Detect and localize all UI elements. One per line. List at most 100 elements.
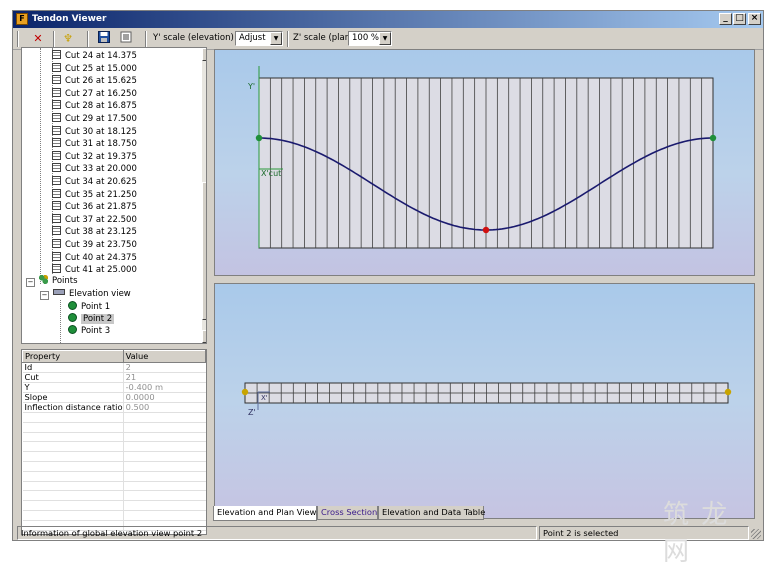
tree-node-cut[interactable]: Cut 26 at 15.625: [44, 75, 137, 87]
tree-node-cut[interactable]: Cut 25 at 15.000: [44, 62, 137, 75]
tree-node-cut[interactable]: Cut 34 at 20.625: [44, 176, 137, 188]
tree-label-cut: Cut 28 at 16.875: [65, 101, 137, 112]
close-button[interactable]: ×: [748, 13, 761, 25]
tree-node-points[interactable]: − Points: [26, 275, 78, 287]
property-value[interactable]: 2: [122, 362, 206, 373]
tree-node-cut[interactable]: Cut 40 at 24.375: [44, 251, 137, 264]
tree-node-point-3[interactable]: Point 3: [68, 325, 110, 337]
chevron-down-icon[interactable]: ▼: [379, 32, 391, 45]
cut-section-icon: [52, 213, 61, 223]
tree-node-cut[interactable]: Cut 38 at 23.125: [44, 226, 137, 238]
scroll-thumb[interactable]: [202, 182, 206, 320]
empty-cell[interactable]: [122, 412, 206, 423]
tree-vertical-scrollbar[interactable]: ▲ ▼: [202, 48, 206, 343]
elevation-view-canvas[interactable]: Y' X'cut: [215, 50, 754, 275]
title-bar[interactable]: F Tendon Viewer _ □ ×: [13, 11, 763, 28]
empty-cell[interactable]: [122, 441, 206, 453]
tree-label-cut: Cut 31 at 18.750: [65, 139, 137, 150]
empty-cell: [22, 471, 124, 482]
property-row[interactable]: [22, 441, 206, 453]
property-row[interactable]: [22, 451, 206, 462]
minimize-button[interactable]: _: [719, 13, 732, 25]
property-column-header[interactable]: Property: [22, 350, 124, 363]
elevation-view-pane[interactable]: Y' X'cut: [214, 49, 755, 276]
tree-node-cut[interactable]: Cut 36 at 21.875: [44, 201, 137, 213]
pin-icon[interactable]: ♆: [59, 31, 77, 47]
list-icon[interactable]: [117, 31, 135, 47]
tree-label-cut: Cut 39 at 23.750: [65, 240, 137, 250]
empty-cell[interactable]: [122, 510, 206, 521]
property-row[interactable]: [22, 471, 206, 482]
pane-splitter[interactable]: [214, 276, 755, 283]
tree-node-cut[interactable]: Cut 27 at 16.250: [44, 87, 137, 100]
tree-node-cut[interactable]: Cut 30 at 18.125: [44, 125, 137, 138]
delete-x-icon[interactable]: ✕: [29, 31, 47, 47]
collapse-minus-icon[interactable]: −: [40, 291, 49, 300]
tree-label-cut: Cut 33 at 20.000: [65, 164, 137, 175]
empty-cell[interactable]: [122, 500, 206, 511]
property-row[interactable]: Inflection distance ratio 0.500: [22, 402, 206, 413]
empty-cell[interactable]: [122, 451, 206, 462]
tree-label-cut: Cut 40 at 24.375: [65, 252, 137, 263]
property-value[interactable]: 21: [122, 372, 206, 383]
tree-node-point-1[interactable]: Point 1: [68, 301, 110, 313]
property-row[interactable]: [22, 510, 206, 521]
tab-elevation-and-data-table[interactable]: Elevation and Data Table: [378, 506, 485, 520]
property-row[interactable]: [22, 432, 206, 443]
tree-node-elevation-view[interactable]: − Elevation view: [40, 288, 131, 300]
tree-node-cut[interactable]: Cut 33 at 20.000: [44, 163, 137, 175]
chevron-down-icon[interactable]: ▼: [270, 32, 282, 45]
property-row[interactable]: Y -0.400 m: [22, 382, 206, 393]
property-row[interactable]: [22, 481, 206, 492]
empty-cell[interactable]: [122, 422, 206, 433]
tree-node-cut[interactable]: Cut 35 at 21.250: [44, 188, 137, 201]
empty-cell[interactable]: [122, 481, 206, 492]
tree-node-cut[interactable]: Cut 29 at 17.500: [44, 113, 137, 125]
empty-cell[interactable]: [122, 432, 206, 443]
properties-table: Property Value Id 2 Cut 21 Y -0.400 m Slope 0.0…: [22, 350, 207, 531]
property-value[interactable]: -0.400 m: [122, 382, 206, 393]
plan-end-point-left: [241, 388, 249, 396]
property-name: Inflection distance ratio: [22, 402, 124, 413]
tree-node-cut[interactable]: Cut 32 at 19.375: [44, 150, 137, 163]
scroll-down-arrow-icon[interactable]: ▼: [202, 330, 206, 343]
tree-node-cut[interactable]: Cut 39 at 23.750: [44, 239, 137, 251]
property-row[interactable]: Cut 21: [22, 372, 206, 383]
empty-cell: [22, 481, 124, 492]
plan-view-canvas[interactable]: Z' X': [215, 284, 754, 518]
property-row[interactable]: [22, 500, 206, 511]
property-row[interactable]: Slope 0.0000: [22, 392, 206, 403]
tree-view[interactable]: Cut 24 at 14.375 Cut 25 at 15.000 Cut 26 a…: [21, 47, 207, 344]
scroll-up-arrow-icon[interactable]: ▲: [202, 48, 206, 61]
property-row[interactable]: [22, 422, 206, 433]
property-row[interactable]: [22, 461, 206, 472]
tendon-viewer-window: F Tendon Viewer _ □ × ✕ ♆ Y' scale (elev…: [12, 10, 764, 567]
property-value[interactable]: 0.0000: [122, 392, 206, 403]
tree-node-point-2[interactable]: Point 2: [68, 313, 115, 325]
status-info: Information of global elevation view poi…: [17, 526, 537, 540]
empty-cell[interactable]: [122, 490, 206, 502]
tree-label-cut: Cut 30 at 18.125: [65, 126, 137, 137]
save-disk-icon[interactable]: [95, 31, 113, 47]
cut-section-icon: [52, 188, 61, 198]
tree-label-cut: Cut 38 at 23.125: [65, 227, 137, 238]
property-row[interactable]: [22, 490, 206, 502]
property-row[interactable]: Id 2: [22, 362, 206, 373]
empty-cell: [22, 441, 124, 453]
tree-node-cut[interactable]: Cut 24 at 14.375: [44, 50, 137, 62]
tab-elevation-and-plan-views[interactable]: Elevation and Plan Views: [213, 506, 321, 521]
maximize-button[interactable]: □: [733, 13, 746, 25]
tree-node-cut[interactable]: Cut 37 at 22.500: [44, 213, 137, 226]
property-value[interactable]: 0.500: [122, 402, 206, 413]
tree-node-cut[interactable]: Cut 28 at 16.875: [44, 100, 137, 112]
empty-cell[interactable]: [122, 461, 206, 472]
tab-cross-section[interactable]: Cross Section: [317, 506, 378, 520]
value-column-header[interactable]: Value: [122, 350, 207, 363]
plan-view-pane[interactable]: Z' X': [214, 283, 755, 519]
collapse-minus-icon[interactable]: −: [26, 278, 35, 287]
y-scale-select[interactable]: Adjust ▼: [235, 31, 283, 46]
empty-cell[interactable]: [122, 471, 206, 482]
property-row[interactable]: [22, 412, 206, 423]
tree-node-cut[interactable]: Cut 31 at 18.750: [44, 138, 137, 150]
z-scale-select[interactable]: 100 % ▼: [348, 31, 392, 46]
